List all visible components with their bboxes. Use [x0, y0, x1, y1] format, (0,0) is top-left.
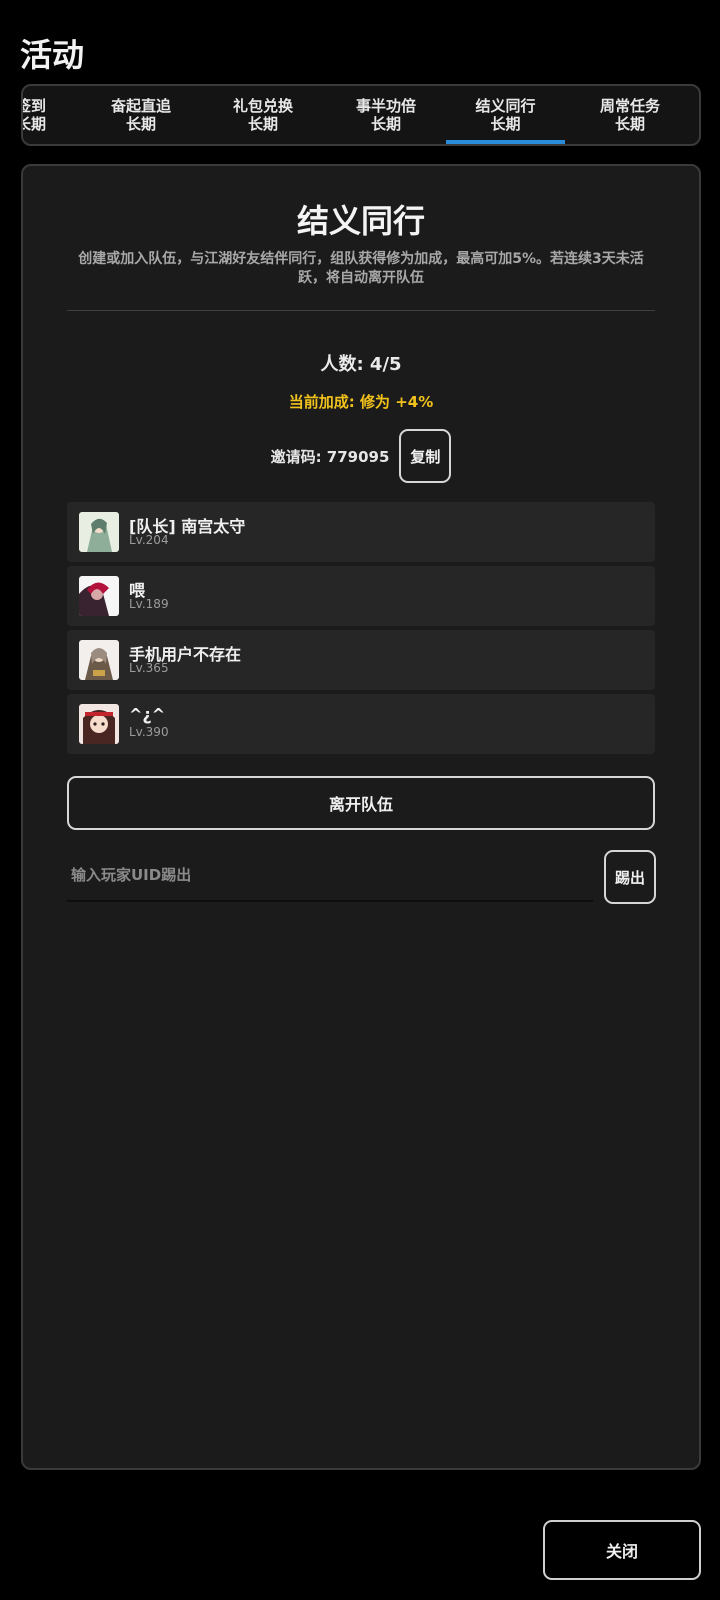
tab-label: 周常任务: [599, 97, 660, 115]
leave-team-button[interactable]: 离开队伍: [67, 776, 655, 830]
invite-row: 邀请码: 779095 复制: [23, 428, 699, 484]
tab-label: 签到: [23, 97, 46, 115]
tab-sub-label: 长期: [23, 115, 46, 133]
avatar: [79, 512, 119, 552]
list-item[interactable]: ^¿^ Lv.390: [67, 694, 655, 754]
tab-sub-label: 长期: [370, 115, 401, 133]
member-level: Lv.204: [129, 533, 169, 547]
page-title: 活动: [20, 36, 85, 74]
tab-weekly-tasks[interactable]: 周常任务 长期: [568, 86, 692, 144]
tab-sub-label: 长期: [490, 115, 521, 133]
tab-label: 礼包兑换: [232, 97, 293, 115]
tab-sub-label: 长期: [614, 115, 645, 133]
kick-button[interactable]: 踢出: [604, 850, 656, 904]
member-count: 人数: 4/5: [320, 354, 402, 375]
panel-title: 结义同行: [296, 202, 425, 240]
avatar: [79, 704, 119, 744]
tab-sworn-team[interactable]: 结义同行 长期: [446, 86, 565, 144]
member-level: Lv.189: [129, 597, 169, 611]
invite-code: 邀请码: 779095: [270, 447, 390, 466]
avatar: [79, 640, 119, 680]
tab-catch-up[interactable]: 奋起直追 长期: [79, 86, 203, 144]
close-button[interactable]: 关闭: [543, 1520, 701, 1580]
current-bonus: 当前加成: 修为 +4%: [288, 393, 434, 411]
member-list: [队长] 南宫太守 Lv.204 喂 Lv.189 手机用户不存在 Lv.365…: [67, 502, 655, 758]
divider: [67, 310, 655, 311]
tab-label: 事半功倍: [355, 97, 416, 115]
copy-button[interactable]: 复制: [399, 429, 452, 483]
list-item[interactable]: 喂 Lv.189: [67, 566, 655, 626]
panel-description: 创建或加入队伍，与江湖好友结伴同行，组队获得修为加成，最高可加5%。若连续3天未…: [78, 251, 644, 286]
kick-uid-input[interactable]: [67, 850, 593, 902]
tab-double-effect[interactable]: 事半功倍 长期: [324, 86, 448, 144]
tab-sub-label: 长期: [247, 115, 278, 133]
activity-tabs: 签到 长期 奋起直追 长期 礼包兑换 长期 事半功倍 长期 结义同行 长期 周常…: [21, 84, 701, 146]
tab-label: 结义同行: [475, 97, 536, 115]
member-level: Lv.390: [129, 725, 169, 739]
team-panel: 结义同行 创建或加入队伍，与江湖好友结伴同行，组队获得修为加成，最高可加5%。若…: [21, 164, 701, 1470]
avatar: [79, 576, 119, 616]
member-name: ^¿^: [129, 705, 166, 724]
list-item[interactable]: [队长] 南宫太守 Lv.204: [67, 502, 655, 562]
member-level: Lv.365: [129, 661, 169, 675]
tab-label: 奋起直追: [110, 97, 171, 115]
tab-gift-redeem[interactable]: 礼包兑换 长期: [201, 86, 325, 144]
list-item[interactable]: 手机用户不存在 Lv.365: [67, 630, 655, 690]
tab-sub-label: 长期: [125, 115, 156, 133]
